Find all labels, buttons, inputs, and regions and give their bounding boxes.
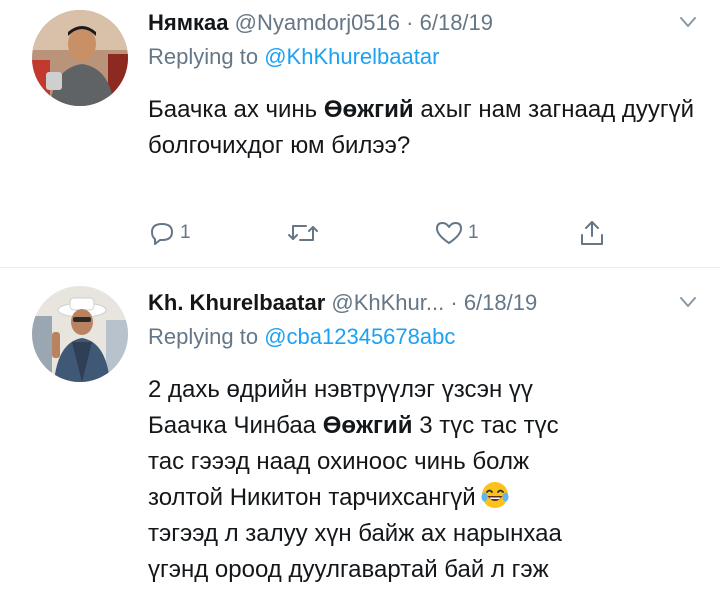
tweet-text-line: тэгээд л залуу хүн байж ах нарынхаа	[148, 520, 562, 547]
retweet-icon	[288, 225, 318, 241]
reply-button[interactable]: 1	[148, 218, 191, 248]
tweet-text-bold: Өөжгий	[323, 96, 414, 123]
share-icon	[581, 221, 603, 245]
like-icon	[436, 222, 462, 244]
like-button[interactable]: 1	[434, 218, 479, 248]
user-handle[interactable]: @Nyamdorj0516	[235, 10, 400, 35]
tweet-header: Нямкаа @Nyamdorj0516 · 6/18/19	[148, 6, 696, 40]
retweet-button[interactable]	[286, 218, 324, 248]
avatar[interactable]	[32, 10, 128, 106]
tweet-text-bold: Өөжгий	[322, 412, 413, 439]
tweet-text-part: 3 түс тас түс	[412, 412, 559, 439]
tweet-text-part: Баачка Чинбаа	[148, 412, 323, 439]
tweet-text-line: үгэнд ороод дуулгавартай бай л гэж	[148, 556, 549, 583]
replying-mention[interactable]: @KhKhurelbaatar	[264, 44, 439, 69]
like-count: 1	[468, 222, 479, 243]
tweet-actions: 1 1	[148, 218, 648, 248]
tweet-text-part: Баачка ах чинь	[148, 96, 324, 123]
user-handle[interactable]: @KhKhur...	[331, 290, 444, 315]
tweet-text-line: золтой Никитон тарчихсангүй	[148, 480, 696, 516]
tweet-date[interactable]: 6/18/19	[464, 290, 537, 315]
share-button[interactable]	[578, 218, 606, 248]
replying-mention[interactable]: @cba12345678abc	[264, 324, 455, 349]
separator: ·	[450, 290, 458, 315]
separator: ·	[406, 10, 414, 35]
tweet-text: Баачка ах чинь Өөжгий ахыг нам загнаад д…	[148, 92, 696, 164]
caret-down-icon[interactable]	[680, 16, 696, 28]
tweet[interactable]: Нямкаа @Nyamdorj0516 · 6/18/19 Replying …	[0, 0, 720, 268]
replying-prefix: Replying to	[148, 44, 259, 69]
reply-count: 1	[180, 222, 191, 243]
tweet-text-line: Баачка Чинбаа Өөжгий 3 түс тас түс	[148, 408, 696, 444]
user-name[interactable]: Kh. Khurelbaatar	[148, 290, 325, 315]
tweet[interactable]: Kh. Khurelbaatar @KhKhur... · 6/18/19 Re…	[0, 268, 720, 601]
tweet-date[interactable]: 6/18/19	[420, 10, 493, 35]
avatar[interactable]	[32, 286, 128, 382]
tweet-text-line: 2 дахь өдрийн нэвтрүүлэг үзсэн үү	[148, 376, 533, 403]
tweet-text-line: тас гэээд наад охиноос чинь болж	[148, 448, 530, 475]
replying-to: Replying to @cba12345678abc	[148, 320, 696, 354]
reply-icon	[151, 223, 173, 245]
replying-to: Replying to @KhKhurelbaatar	[148, 40, 696, 74]
tweet-text-part: золтой Никитон тарчихсангүй	[148, 484, 476, 511]
user-name[interactable]: Нямкаа	[148, 10, 228, 35]
replying-prefix: Replying to	[148, 324, 259, 349]
tweet-text: 2 дахь өдрийн нэвтрүүлэг үзсэн үү Баачка…	[148, 372, 696, 588]
caret-down-icon[interactable]	[680, 296, 696, 308]
tweet-header: Kh. Khurelbaatar @KhKhur... · 6/18/19	[148, 286, 696, 320]
laughing-emoji-icon	[481, 482, 509, 508]
